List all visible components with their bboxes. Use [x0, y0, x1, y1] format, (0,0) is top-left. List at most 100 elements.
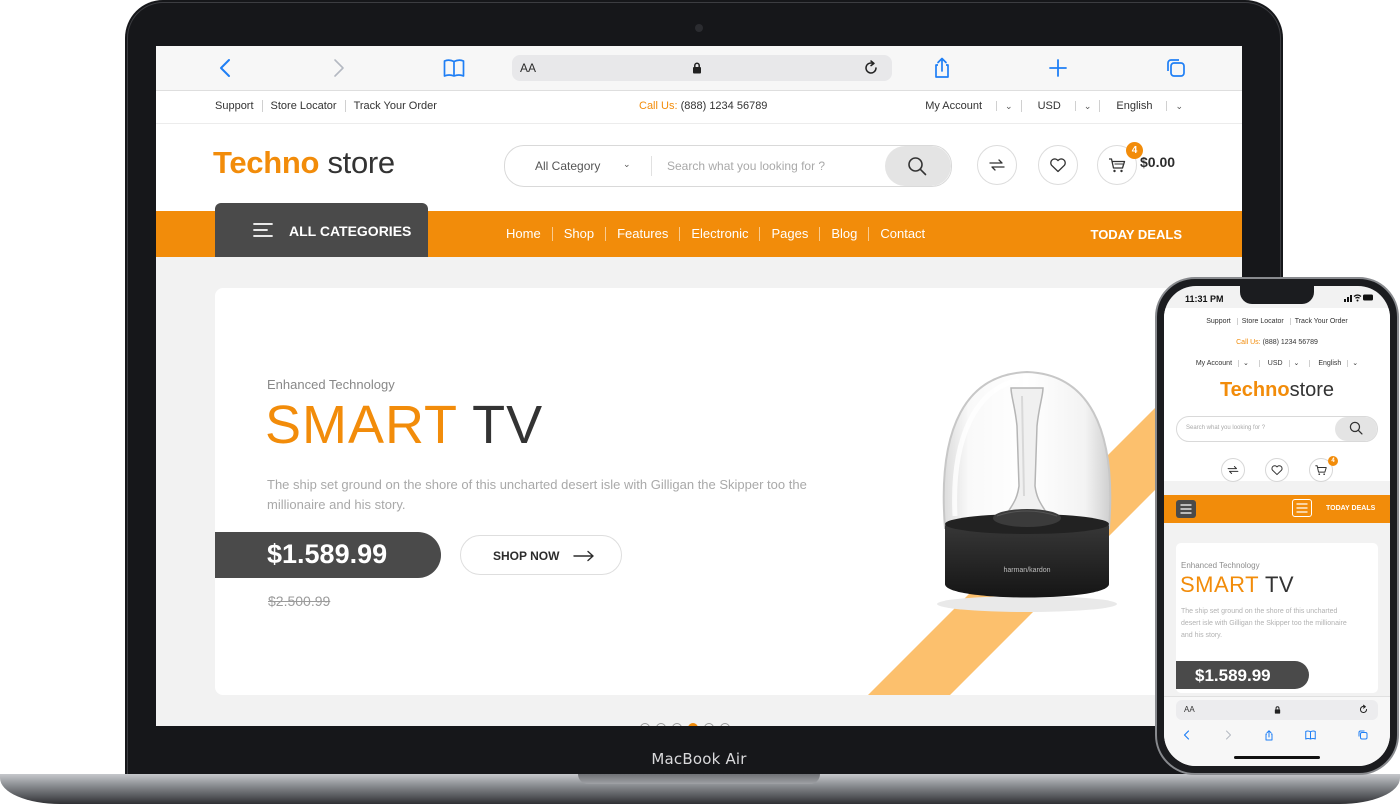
- search-input[interactable]: Search what you looking for ?: [667, 159, 825, 173]
- support-link[interactable]: Support: [215, 100, 262, 112]
- slider-dot[interactable]: [704, 723, 714, 726]
- bookmarks-icon[interactable]: [442, 56, 466, 80]
- compare-button[interactable]: [977, 145, 1017, 185]
- today-deals-link[interactable]: TODAY DEALS: [1326, 505, 1375, 512]
- slider-dot-active[interactable]: [688, 723, 698, 726]
- chevron-down-icon: ⌄: [623, 159, 631, 169]
- heart-icon: [1271, 465, 1283, 476]
- store-locator-link[interactable]: Store Locator: [261, 100, 345, 112]
- back-icon[interactable]: [214, 56, 238, 80]
- all-categories-button[interactable]: ALL CATEGORIES: [215, 203, 428, 257]
- phone-search-bar: Search what you looking for ?: [1176, 416, 1378, 442]
- address-bar[interactable]: AA: [512, 55, 892, 81]
- nav-pages[interactable]: Pages: [759, 227, 819, 241]
- site-logo[interactable]: Techno store: [213, 145, 395, 181]
- reload-icon[interactable]: [862, 59, 880, 77]
- compare-icon: [1227, 466, 1239, 474]
- support-link[interactable]: Support: [1202, 318, 1235, 325]
- cart-count-badge: 4: [1126, 142, 1143, 159]
- nav-contact[interactable]: Contact: [868, 227, 936, 241]
- slider-dot[interactable]: [672, 723, 682, 726]
- nav-electronic[interactable]: Electronic: [679, 227, 759, 241]
- currency-dropdown[interactable]: USD ⌄: [1020, 100, 1100, 112]
- my-account-dropdown[interactable]: My Account ⌄: [1188, 360, 1257, 367]
- plus-icon[interactable]: [1046, 56, 1070, 80]
- phone-categories-button[interactable]: [1292, 499, 1312, 517]
- chevron-down-icon: ⌄: [1166, 101, 1183, 111]
- top-info-bar: Support Store Locator Track Your Order C…: [156, 91, 1242, 124]
- call-us-number: (888) 1234 56789: [680, 100, 768, 112]
- call-us: Call Us: (888) 1234 56789: [639, 100, 767, 112]
- heart-icon: [1050, 158, 1066, 173]
- slider-dot[interactable]: [640, 723, 650, 726]
- hero-kicker: Enhanced Technology: [267, 377, 395, 392]
- language-dropdown[interactable]: English ⌄: [1309, 360, 1367, 367]
- phone-site-logo[interactable]: Technostore: [1164, 379, 1390, 402]
- compare-button[interactable]: [1221, 458, 1245, 482]
- camera-dot: [695, 24, 703, 32]
- hero-price: $1.589.99: [1176, 661, 1309, 689]
- tabs-icon[interactable]: [1357, 729, 1369, 741]
- hero-headline: SMART TV: [265, 395, 544, 455]
- share-icon[interactable]: [930, 56, 954, 80]
- search-icon: [908, 157, 927, 176]
- hamburger-icon: [1180, 504, 1192, 514]
- wishlist-button[interactable]: [1038, 145, 1078, 185]
- wishlist-button[interactable]: [1265, 458, 1289, 482]
- chevron-down-icon: ⌄: [1288, 360, 1304, 367]
- compare-icon: [989, 159, 1005, 171]
- signal-icon: [1344, 295, 1352, 302]
- share-icon[interactable]: [1263, 729, 1275, 742]
- search-button[interactable]: [1335, 417, 1377, 441]
- tabs-icon[interactable]: [1164, 56, 1188, 80]
- cart-icon: [1109, 158, 1126, 173]
- brand-text: harman/kardon: [1003, 567, 1050, 574]
- reader-aa-button[interactable]: AA: [1184, 705, 1195, 714]
- currency-dropdown[interactable]: USD ⌄: [1258, 360, 1308, 367]
- macbook-notch: [578, 774, 820, 784]
- phone-header: Support Store Locator Track Your Order C…: [1164, 308, 1390, 481]
- slider-dot[interactable]: [656, 723, 666, 726]
- phone-menu-button[interactable]: [1176, 500, 1196, 518]
- home-indicator: [1234, 756, 1320, 759]
- nav-blog[interactable]: Blog: [819, 227, 868, 241]
- track-order-link[interactable]: Track Your Order: [344, 100, 445, 112]
- cart-count-badge: 4: [1328, 456, 1338, 466]
- today-deals-link[interactable]: TODAY DEALS: [1090, 227, 1182, 242]
- reload-icon[interactable]: [1358, 704, 1369, 715]
- forward-icon[interactable]: [1222, 729, 1234, 741]
- top-links: Support Store Locator Track Your Order: [215, 100, 445, 112]
- hero-headline: SMART TV: [1180, 572, 1295, 597]
- lock-icon: [1274, 706, 1281, 714]
- store-locator-link[interactable]: Store Locator: [1236, 318, 1288, 325]
- back-icon[interactable]: [1181, 729, 1193, 741]
- slider-dot[interactable]: [720, 723, 730, 726]
- status-time: 11:31 PM: [1185, 294, 1224, 304]
- shop-now-button[interactable]: SHOP NOW: [460, 535, 622, 575]
- my-account-dropdown[interactable]: My Account ⌄: [909, 100, 1020, 112]
- speaker-product-image: harman/kardon: [937, 370, 1117, 612]
- hero-old-price: $2.500.99: [268, 593, 331, 609]
- category-select[interactable]: All Category: [535, 159, 600, 173]
- site-header: Techno store All Category ⌄ Search what …: [156, 124, 1242, 211]
- chevron-down-icon: ⌄: [1074, 101, 1092, 111]
- chevron-down-icon: ⌄: [996, 101, 1013, 111]
- nav-features[interactable]: Features: [605, 227, 679, 241]
- search-bar: All Category ⌄ Search what you looking f…: [504, 145, 952, 187]
- address-bar[interactable]: AA: [1176, 700, 1378, 720]
- bookmarks-icon[interactable]: [1304, 729, 1317, 741]
- nav-home[interactable]: Home: [506, 227, 552, 241]
- slider-dots: [640, 723, 730, 726]
- phone-nav: TODAY DEALS: [1164, 495, 1390, 523]
- search-button[interactable]: [885, 146, 951, 186]
- call-us-label: Call Us:: [639, 100, 678, 112]
- forward-icon[interactable]: [326, 56, 350, 80]
- track-order-link[interactable]: Track Your Order: [1289, 318, 1352, 325]
- phone-safari-toolbar: AA: [1164, 696, 1390, 766]
- reader-aa-button[interactable]: AA: [520, 61, 536, 75]
- search-input[interactable]: Search what you looking for ?: [1186, 425, 1265, 431]
- language-dropdown[interactable]: English ⌄: [1099, 100, 1183, 112]
- arrow-right-icon: [573, 550, 594, 562]
- nav-shop[interactable]: Shop: [551, 227, 605, 241]
- chevron-down-icon: ⌄: [1237, 360, 1253, 367]
